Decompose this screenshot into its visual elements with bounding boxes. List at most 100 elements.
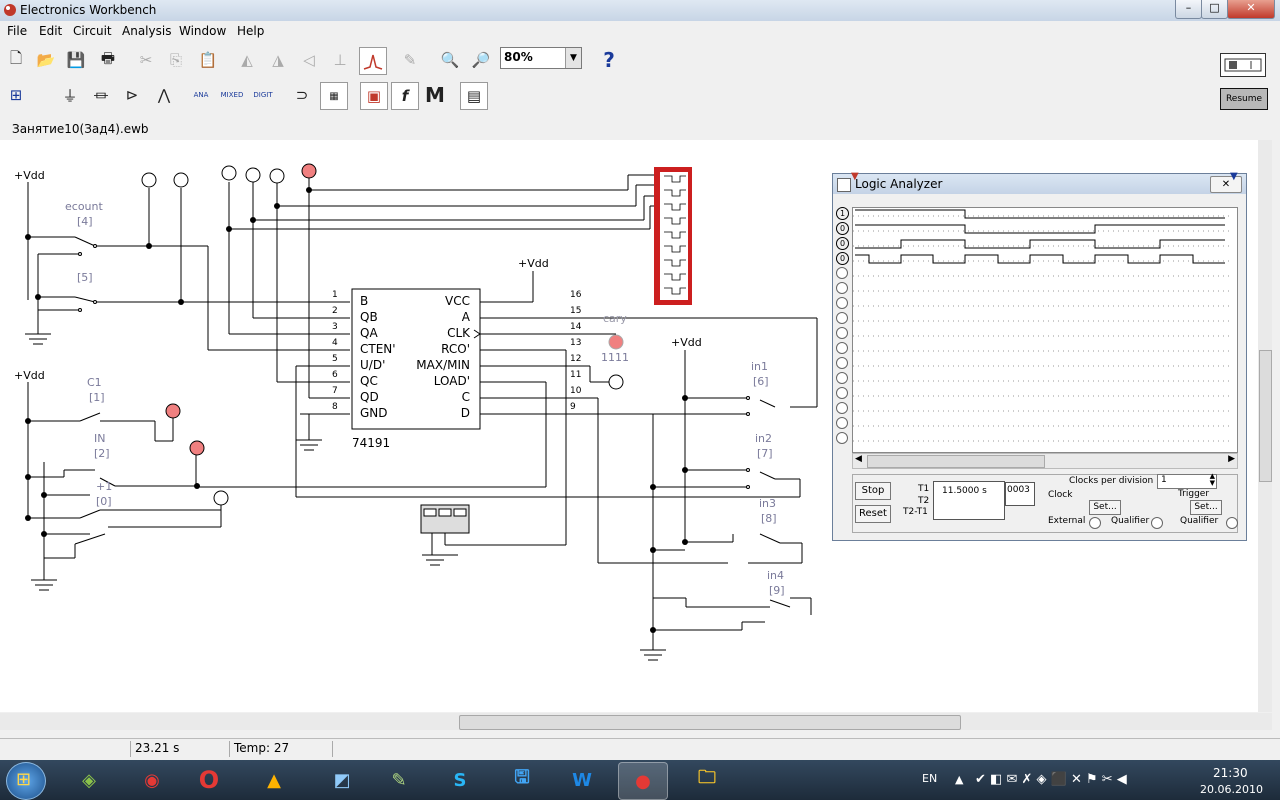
mixed-ics-bin-icon[interactable]: MIXED — [219, 82, 245, 108]
clocks-per-division-input[interactable]: 1 ▲ ▼ — [1157, 473, 1217, 489]
channel-marker[interactable] — [836, 372, 848, 384]
print-icon[interactable]: 🖶 — [95, 47, 121, 73]
switch-label[interactable]: in1 — [751, 360, 768, 373]
taskbar-app-icon[interactable]: ◩ — [318, 762, 366, 798]
channel-marker[interactable] — [836, 387, 848, 399]
t1-cursor-marker[interactable]: ▼ — [851, 171, 859, 182]
analog-ics-bin-icon[interactable]: ANA — [188, 82, 214, 108]
misc-bin-icon[interactable]: M — [422, 82, 448, 108]
channel-marker[interactable] — [836, 267, 848, 279]
tray-icons[interactable]: ✔ ◧ ✉ ✗ ◈ ⬛ ✕ ⚑ ✂ ◀ — [975, 772, 1127, 787]
taskbar-app-icon[interactable]: 🖫 — [498, 762, 546, 798]
clock-set-button[interactable]: Set... — [1089, 500, 1121, 515]
t2-cursor-marker[interactable]: ▼ — [1230, 171, 1238, 182]
zoom-select[interactable]: 80% ▼ — [500, 47, 582, 69]
electronics-workbench-task[interactable]: ● — [618, 762, 668, 800]
vertical-scroll-thumb[interactable] — [1259, 350, 1272, 482]
channel-marker[interactable] — [836, 312, 848, 324]
menu-help[interactable]: Help — [237, 24, 264, 38]
channel-marker[interactable] — [836, 327, 848, 339]
diodes-bin-icon[interactable]: ⊳ — [119, 82, 145, 108]
zoom-out-icon[interactable]: 🔍 — [437, 47, 463, 73]
taskbar-app-icon[interactable]: ✎ — [375, 762, 423, 798]
channel-marker[interactable] — [836, 432, 848, 444]
switch-label[interactable]: +1 — [96, 480, 112, 493]
stop-button[interactable]: Stop — [855, 482, 891, 500]
trigger-qualifier-radio[interactable] — [1226, 517, 1238, 529]
taskbar-app-icon[interactable]: ◉ — [128, 762, 176, 798]
instruments-bin-icon[interactable]: ▤ — [460, 82, 488, 110]
word-icon[interactable]: W — [558, 762, 606, 798]
spinner-icon[interactable]: ▲ ▼ — [1210, 473, 1215, 487]
channel-marker[interactable] — [836, 417, 848, 429]
vertical-scrollbar[interactable] — [1258, 140, 1272, 712]
logic-gates-bin-icon[interactable]: ⊃ — [289, 82, 315, 108]
waveform-display[interactable] — [852, 207, 1238, 453]
channel-marker[interactable]: 1 — [836, 207, 849, 220]
scroll-left-icon[interactable]: ◀ — [855, 454, 862, 464]
transistors-bin-icon[interactable]: ⋀ — [151, 82, 177, 108]
resume-button[interactable]: Resume — [1220, 88, 1268, 110]
channel-marker[interactable]: 0 — [836, 237, 849, 250]
cut-icon[interactable]: ✂ — [133, 47, 159, 73]
menu-edit[interactable]: Edit — [39, 24, 62, 38]
horizontal-scroll-thumb[interactable] — [459, 715, 961, 730]
switch-label[interactable]: ecount — [65, 200, 103, 213]
help-button[interactable]: ? — [596, 47, 622, 73]
indicators-bin-icon[interactable]: ▣ — [360, 82, 388, 110]
show-hidden-icons[interactable]: ▲ — [955, 773, 963, 786]
scroll-right-icon[interactable]: ▶ — [1228, 454, 1235, 464]
logic-analyzer-titlebar[interactable]: Logic Analyzer ✕ — [833, 174, 1246, 194]
favorites-bin-icon[interactable]: ⊞ — [3, 82, 29, 108]
switch-label[interactable]: in2 — [755, 432, 772, 445]
switch-label[interactable]: C1 — [87, 376, 102, 389]
subcircuit-icon[interactable]: ✎ — [397, 47, 423, 73]
skype-icon[interactable]: S — [436, 762, 484, 798]
open-folder-icon[interactable]: 📂 — [33, 47, 59, 73]
basic-bin-icon[interactable]: ⏛ — [88, 82, 114, 108]
opera-icon[interactable]: O — [185, 762, 233, 798]
maximize-button[interactable]: □ — [1201, 0, 1228, 19]
explorer-icon[interactable]: 🗀 — [683, 762, 731, 798]
menu-window[interactable]: Window — [179, 24, 226, 38]
controls-bin-icon[interactable]: f — [391, 82, 419, 110]
flip-vertical-icon[interactable]: ◮ — [265, 47, 291, 73]
reset-button[interactable]: Reset — [855, 505, 891, 523]
taskbar-app-icon[interactable]: ▲ — [250, 762, 298, 798]
channel-marker[interactable] — [836, 282, 848, 294]
digital-bin-icon[interactable]: ▦ — [320, 82, 348, 110]
waveform-scroll-thumb[interactable] — [867, 455, 1045, 468]
menu-analysis[interactable]: Analysis — [122, 24, 171, 38]
pause-switch[interactable] — [1220, 53, 1266, 77]
sources-bin-icon[interactable]: ⏚ — [57, 82, 83, 108]
logic-analyzer-window[interactable]: Logic Analyzer ✕ 1 0 0 0 ▼ ▼ ◀ ▶ Stop Re… — [832, 171, 1247, 541]
switch-label[interactable]: IN — [94, 432, 105, 445]
menu-circuit[interactable]: Circuit — [73, 24, 112, 38]
close-button[interactable]: ✕ — [1227, 0, 1275, 19]
channel-marker[interactable]: 0 — [836, 222, 849, 235]
save-icon[interactable]: 💾 — [63, 47, 89, 73]
minimize-button[interactable]: – — [1175, 0, 1202, 19]
channel-marker[interactable] — [836, 357, 848, 369]
taskbar-app-icon[interactable]: ◈ — [65, 762, 113, 798]
channel-marker[interactable] — [836, 342, 848, 354]
channel-marker[interactable] — [836, 402, 848, 414]
trigger-set-button[interactable]: Set... — [1190, 500, 1222, 515]
clock-time[interactable]: 21:30 — [1213, 766, 1248, 780]
channel-marker[interactable] — [836, 297, 848, 309]
external-radio[interactable] — [1089, 517, 1101, 529]
language-indicator[interactable]: EN — [922, 772, 937, 785]
flip-horizontal-icon[interactable]: ◁ — [296, 47, 322, 73]
copy-icon[interactable]: ⎘ — [163, 47, 189, 73]
graph-icon[interactable] — [359, 47, 387, 75]
paste-icon[interactable]: 📋 — [195, 47, 221, 73]
component-properties-icon[interactable]: ⊥ — [327, 47, 353, 73]
digital-ics-bin-icon[interactable]: DIGIT — [250, 82, 276, 108]
waveform-hscroll[interactable]: ◀ ▶ — [852, 453, 1238, 469]
channel-marker[interactable]: 0 — [836, 252, 849, 265]
clock-date[interactable]: 20.06.2010 — [1200, 783, 1263, 796]
switch-label[interactable]: in3 — [759, 497, 776, 510]
rotate-icon[interactable]: ◭ — [234, 47, 260, 73]
start-button[interactable]: ⊞ — [6, 762, 46, 800]
new-file-icon[interactable]: 🗋 — [3, 47, 29, 73]
